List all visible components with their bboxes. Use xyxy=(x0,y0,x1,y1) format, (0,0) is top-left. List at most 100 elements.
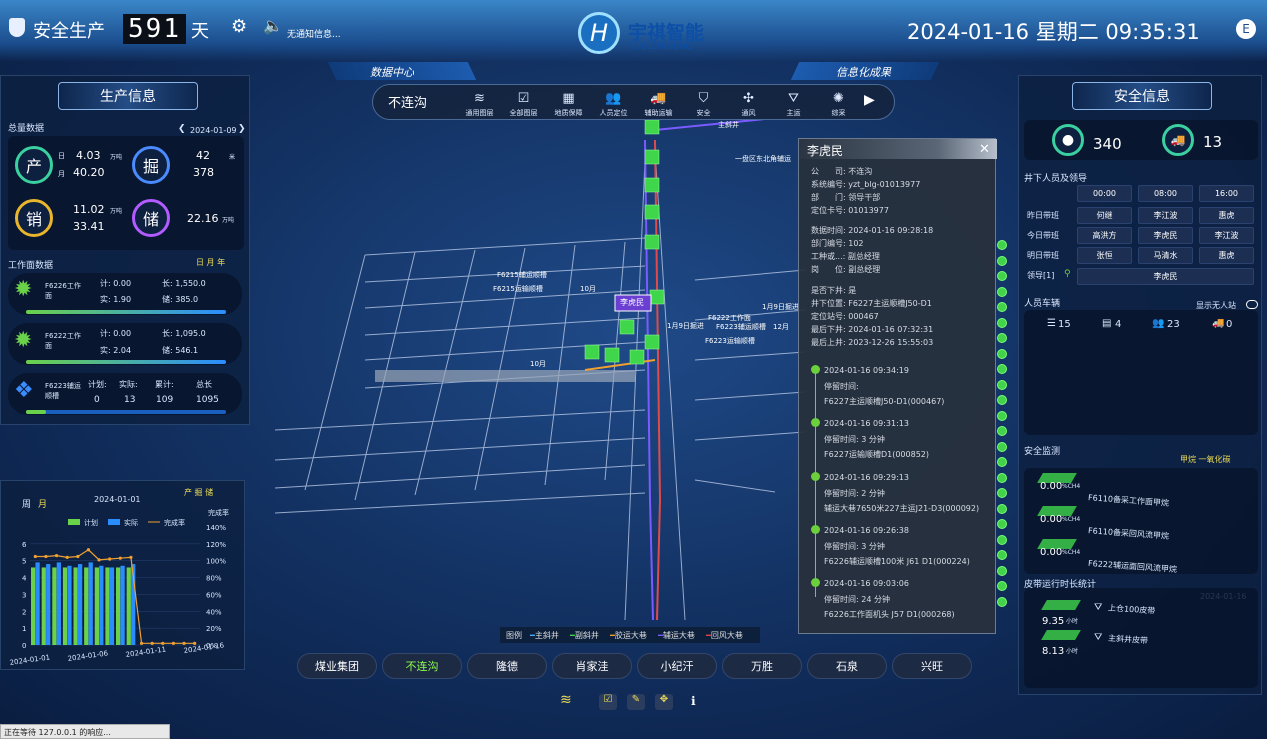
duty-name[interactable]: 马清水 xyxy=(1138,247,1193,264)
track-indicator xyxy=(997,255,1007,266)
toolbar-next-icon[interactable]: ▶ xyxy=(864,92,875,108)
face-3-plan: 计划: xyxy=(88,380,107,389)
face-2-actual: 实: 2.04 xyxy=(100,346,132,355)
actual-bar xyxy=(67,565,72,645)
track-dot xyxy=(811,418,820,427)
duty-day-label: 明日带班 xyxy=(1027,251,1059,260)
drill-icon: ✺ xyxy=(833,91,844,106)
y2-tick: 60% xyxy=(206,591,222,599)
total-prev-icon[interactable]: ❮ xyxy=(178,124,186,134)
logo-en: YUQIZHINENG xyxy=(629,42,693,52)
mine-button[interactable]: 隆德 xyxy=(467,653,547,679)
leader-name[interactable]: 李虎民 xyxy=(1077,268,1254,285)
duty-name[interactable]: 何继 xyxy=(1077,207,1132,224)
rate-point xyxy=(129,555,133,559)
person-tag[interactable]: 李虎民 xyxy=(620,297,644,308)
metric-day-label: 日 xyxy=(58,152,65,160)
track-stay: 停留时间: 3 分钟 xyxy=(824,542,885,551)
x-tick: 2024-01-11 xyxy=(125,645,166,659)
face-tabs[interactable]: 日 月 年 xyxy=(196,257,225,268)
map-label-1: F6215辅运顺槽 xyxy=(497,271,547,279)
check-icon[interactable]: ☑ xyxy=(599,694,617,710)
mine-button[interactable]: 肖家洼 xyxy=(552,653,632,679)
toolbar-all-layers[interactable]: ☑ 全部图层 xyxy=(501,90,546,120)
track-time: 2024-01-16 09:29:13 xyxy=(824,473,909,482)
speaker-icon[interactable]: 🔈 xyxy=(263,16,283,35)
leader-label: 井下人员及领导 xyxy=(1024,174,1088,184)
show-empty-toggle[interactable] xyxy=(1246,300,1258,309)
chart-date[interactable]: 2024-01-01 xyxy=(94,495,141,504)
track-indicator xyxy=(997,596,1007,607)
actual-bar xyxy=(120,565,125,645)
duty-name[interactable]: 惠虎 xyxy=(1199,247,1254,264)
track-time: 2024-01-16 09:26:38 xyxy=(824,526,909,535)
settings-gear-icon[interactable]: ⚙ xyxy=(231,16,247,37)
duty-name[interactable]: 李虎民 xyxy=(1138,227,1193,244)
mine-button[interactable]: 万胜 xyxy=(722,653,802,679)
toolbar-main-transport[interactable]: ⛛ 主运 xyxy=(771,90,816,120)
duty-name[interactable]: 高洪方 xyxy=(1077,227,1132,244)
track-dot xyxy=(811,472,820,481)
track-indicator xyxy=(997,302,1007,312)
toolbar-transport[interactable]: 🚚 辅助运输 xyxy=(636,90,681,120)
track-time: 2024-01-16 09:31:13 xyxy=(824,419,909,428)
toolbar-ventilation[interactable]: ✣ 通风 xyxy=(726,90,771,120)
rate-point xyxy=(76,554,80,559)
rate-point xyxy=(182,641,186,645)
mine-button[interactable]: 煤业集团 xyxy=(297,653,377,679)
move-icon[interactable]: ✥ xyxy=(655,694,673,710)
user-icon[interactable]: E xyxy=(1236,19,1256,39)
toolbar-mine[interactable]: 不连沟 xyxy=(388,92,427,111)
info-icon[interactable]: ℹ xyxy=(691,694,696,708)
duty-name[interactable]: 张恒 xyxy=(1077,247,1132,264)
x-tick: 2024-01-01 xyxy=(9,653,50,667)
popup-name: 李虎民 xyxy=(807,144,844,158)
time-slot: 16:00 xyxy=(1199,185,1254,202)
popup-card: 定位卡号: 01013977 xyxy=(811,206,889,215)
production-chart: 计划 实际 完成率完成率01234560%20%40%60%80%100%120%1… xyxy=(9,508,229,667)
rate-point xyxy=(33,554,37,559)
total-date[interactable]: 2024-01-09 xyxy=(190,126,237,135)
toolbar-personnel[interactable]: 👥 人员定位 xyxy=(591,90,636,120)
belt-value: 8.13 xyxy=(1042,646,1065,657)
metric-reserve-icon: 储 xyxy=(132,199,170,237)
status-text: 正在等待 127.0.0.1 的响应... xyxy=(4,728,111,737)
duty-name[interactable]: 惠虎 xyxy=(1199,207,1254,224)
mine-map[interactable] xyxy=(245,120,815,650)
mine-button[interactable]: 兴旺 xyxy=(892,653,972,679)
toolbar-geology[interactable]: ▦ 地质保障 xyxy=(546,90,591,120)
y2-tick: 100% xyxy=(206,558,226,566)
notice-text[interactable]: 无通知信息... xyxy=(287,27,341,40)
metric-production-month: 40.20 xyxy=(73,166,105,179)
total-next-icon[interactable]: ❯ xyxy=(238,124,246,134)
legend-plan-swatch xyxy=(68,519,80,525)
popup-close-icon[interactable]: ✕ xyxy=(979,142,990,157)
wifi-icon[interactable]: ≋ xyxy=(560,692,572,708)
toolbar-layers[interactable]: ≋ 通用图层 xyxy=(457,90,502,120)
legend-actual: 实际 xyxy=(124,518,138,527)
monitor-tab[interactable]: 甲烷 一氧化碳 xyxy=(1180,454,1231,465)
toolbar-mining[interactable]: ✺ 综采 xyxy=(816,90,861,120)
rate-point xyxy=(108,557,112,561)
mine-button[interactable]: 小纪汗 xyxy=(637,653,717,679)
plan-bar xyxy=(84,567,89,645)
fan-icon: ✣ xyxy=(743,91,754,106)
plan-bar xyxy=(62,567,68,645)
chart-category[interactable]: 产 掘 储 xyxy=(184,487,213,498)
track-indicator xyxy=(997,317,1007,328)
pv-count-2: 4 xyxy=(1115,319,1122,330)
pencil-icon[interactable]: ✎ xyxy=(627,694,645,710)
track-indicator xyxy=(997,379,1007,390)
mine-button[interactable]: 不连沟 xyxy=(382,653,462,679)
map-label-6: F6223运输顺槽 xyxy=(705,337,755,345)
belt-roadway xyxy=(584,359,656,371)
toolbar-safety[interactable]: ⛉ 安全 xyxy=(681,90,726,120)
duty-name[interactable]: 李江波 xyxy=(1199,227,1254,244)
track-indicator xyxy=(997,348,1007,359)
face-1-stock: 储: 385.0 xyxy=(162,295,199,304)
mine-button[interactable]: 石泉 xyxy=(807,653,887,679)
track-place: F6227运输顺槽D1(000852) xyxy=(824,450,929,459)
actual-bar xyxy=(56,562,61,645)
track-dot xyxy=(811,525,820,534)
duty-name[interactable]: 李江波 xyxy=(1138,207,1193,224)
